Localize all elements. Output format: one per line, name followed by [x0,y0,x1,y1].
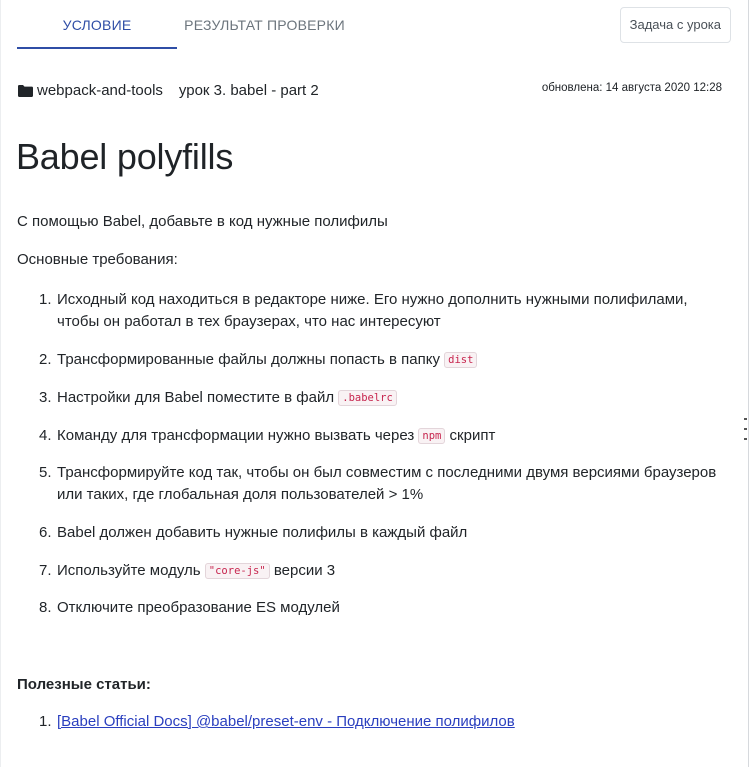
requirement-number: 6. [39,524,52,541]
lesson-task-button[interactable]: Задача с урока [619,7,731,43]
requirement-text-part: версии 3 [269,562,336,579]
page-frame: УСЛОВИЕ РЕЗУЛЬТАТ ПРОВЕРКИ Задача с урок… [0,0,749,767]
requirement-text: Команду для трансформации нужно вызвать … [57,425,733,447]
requirement-number: 5. [39,464,52,481]
inline-code: npm [418,428,446,444]
useful-articles-heading: Полезные статьи: [17,676,151,693]
requirement-text: Исходный код находиться в редакторе ниже… [57,291,688,330]
inline-code: dist [444,352,478,368]
breadcrumb-course[interactable]: webpack-and-tools [37,82,163,99]
intro-text: С помощью Babel, добавьте в код нужные п… [17,213,388,230]
tab-condition[interactable]: УСЛОВИЕ [17,0,177,49]
requirement-text: Babel должен добавить нужные полифилы в … [57,524,468,541]
requirements-label: Основные требования: [17,251,178,268]
updated-timestamp: обновлена: 14 августа 2020 12:28 [541,82,722,94]
requirement-number: 2. [39,351,52,368]
requirement-text-part: Настройки для Babel поместите в файл [57,389,339,406]
requirement-text: Трансформированные файлы должны попасть … [57,349,733,371]
requirement-text-part: Трансформированные файлы должны попасть … [57,351,445,368]
requirement-text-part: Используйте модуль [57,562,205,579]
requirement-number: 3. [39,389,52,406]
requirement-number: 1. [39,291,52,308]
requirement-number: 4. [39,427,52,444]
tab-check-result[interactable]: РЕЗУЛЬТАТ ПРОВЕРКИ [177,0,352,47]
requirement-number: 7. [39,562,52,579]
resize-handle-icon[interactable] [744,418,748,440]
babel-preset-env-link[interactable]: [Babel Official Docs] @babel/preset-env … [57,711,515,733]
requirement-text: Отключите преобразование ES модулей [57,599,340,616]
requirement-text-part: скрипт [445,427,496,444]
breadcrumb-lesson[interactable]: урок 3. babel - part 2 [179,82,319,99]
requirement-text: Трансформируйте код так, чтобы он был со… [57,464,717,503]
breadcrumb: webpack-and-tools урок 3. babel - part 2 [18,80,319,100]
requirement-text-part: Команду для трансформации нужно вызвать … [57,427,419,444]
link-number: 1. [39,713,52,730]
folder-icon [18,84,33,97]
requirement-number: 8. [39,599,52,616]
page-title: Babel polyfills [16,136,234,177]
inline-code: "core-js" [204,563,270,579]
requirement-text: Настройки для Babel поместите в файл .ba… [57,387,733,409]
requirement-text: Используйте модуль "core-js" версии 3 [57,560,733,582]
inline-code: .babelrc [338,390,397,406]
